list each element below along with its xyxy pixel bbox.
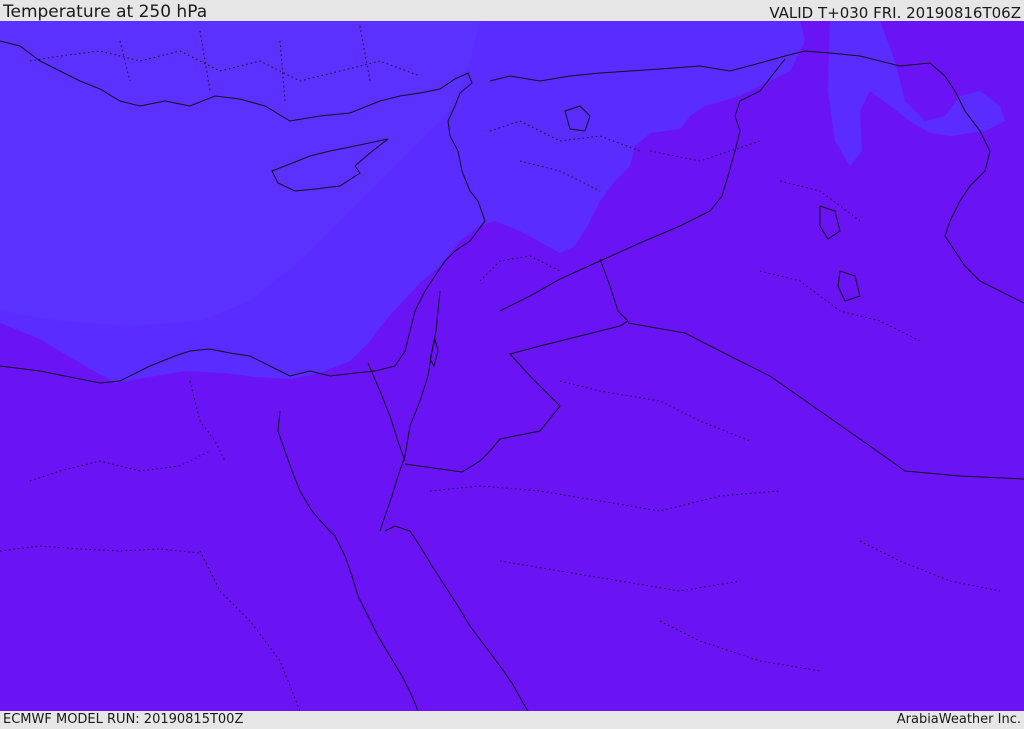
valid-time-label: VALID T+030 FRI. 20190816T06Z: [769, 4, 1021, 22]
map-title: Temperature at 250 hPa: [3, 2, 208, 22]
map-svg: [0, 21, 1024, 711]
header-bar: Temperature at 250 hPa VALID T+030 FRI. …: [0, 0, 1024, 21]
map-canvas[interactable]: [0, 21, 1024, 711]
weather-map-figure: Temperature at 250 hPa VALID T+030 FRI. …: [0, 0, 1024, 729]
credit-label: ArabiaWeather Inc.: [896, 712, 1021, 727]
model-run-label: ECMWF MODEL RUN: 20190815T00Z: [3, 712, 244, 727]
footer-bar: ECMWF MODEL RUN: 20190815T00Z ArabiaWeat…: [0, 711, 1024, 729]
